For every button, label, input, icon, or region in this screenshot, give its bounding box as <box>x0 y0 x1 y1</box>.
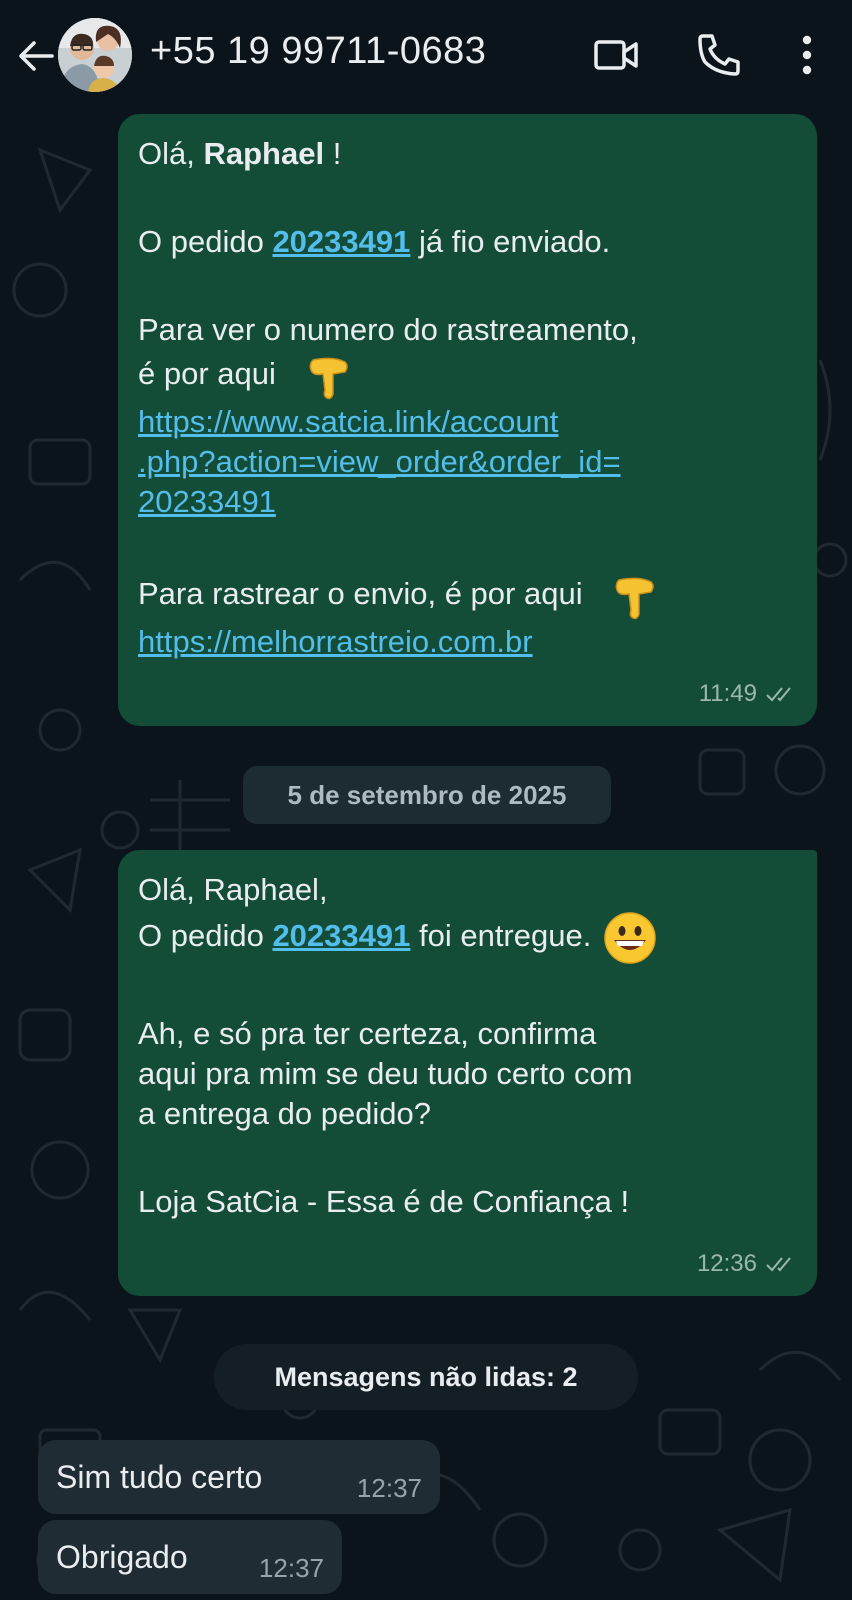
greeting-name: Raphael <box>203 136 325 171</box>
message-time: 12:37 <box>356 1473 422 1503</box>
message-text: https://melhorrastreio.com.br <box>138 622 797 662</box>
order-suffix: já fio enviado. <box>410 224 611 259</box>
double-check-icon <box>766 687 791 702</box>
chat-header: +55 19 99711-0683 <box>0 0 852 110</box>
url-line[interactable]: 20233491 <box>138 484 276 519</box>
track2-text: Para rastrear o envio, é por aqui <box>138 576 583 612</box>
order-number-link[interactable]: 20233491 <box>272 224 410 259</box>
order-prefix: O pedido <box>138 918 273 954</box>
message-text: é por aqui <box>138 350 797 402</box>
whatsapp-chat-screen: +55 19 99711-0683 Olá, Raphael ! O pedid… <box>0 0 852 1600</box>
message-text: Olá, Raphael, <box>138 872 328 907</box>
order-prefix: O pedido <box>138 224 273 259</box>
date-divider: 5 de setembro de 2025 <box>243 766 611 824</box>
double-check-icon <box>766 1257 791 1272</box>
message-text: Para ver o numero do rastreamento, <box>138 312 638 347</box>
message-bubble-incoming[interactable]: Obrigado 12:37 <box>38 1520 342 1594</box>
tracking-url-1[interactable]: https://www.satcia.link/account .php?act… <box>138 402 797 522</box>
message-time: 12:36 <box>696 1250 757 1277</box>
tracking-url-2[interactable]: https://melhorrastreio.com.br <box>138 624 533 659</box>
message-bubble-outgoing[interactable]: Olá, Raphael ! O pedido 20233491 já fio … <box>118 114 817 726</box>
track-text: é por aqui <box>138 356 276 392</box>
avatar-photo <box>58 18 132 92</box>
message-text: a entrega do pedido? <box>138 1096 432 1131</box>
back-arrow-icon <box>19 41 54 71</box>
message-text: O pedido 20233491 já fio enviado. <box>138 222 797 262</box>
greeting-text: Olá, <box>138 136 204 171</box>
message-meta: 12:36 <box>697 1244 797 1284</box>
url-line[interactable]: https://www.satcia.link/account <box>138 404 558 439</box>
pointing-down-emoji <box>615 577 654 620</box>
more-options-button[interactable] <box>782 30 832 80</box>
back-button[interactable] <box>14 34 58 78</box>
message-text: Para rastrear o envio, é por aqui <box>138 570 797 622</box>
message-time: 12:37 <box>258 1553 324 1583</box>
message-text: O pedido 20233491 foi entregue. <box>138 910 797 966</box>
pointing-down-emoji <box>309 357 348 400</box>
message-bubble-incoming[interactable]: Sim tudo certo 12:37 <box>38 1440 440 1514</box>
chat-area[interactable]: Olá, Raphael ! O pedido 20233491 já fio … <box>0 110 852 1600</box>
message-meta: 11:49 <box>699 674 797 714</box>
avatar[interactable] <box>58 18 132 92</box>
contact-name[interactable]: +55 19 99711-0683 <box>150 30 486 73</box>
unread-messages-divider: Mensagens não lidas: 2 <box>214 1344 638 1410</box>
message-text: Ah, e só pra ter certeza, confirma <box>138 1016 597 1051</box>
greeting-suffix: ! <box>324 136 342 171</box>
message-text: Olá, Raphael ! <box>138 134 797 174</box>
message-text: Sim tudo certo <box>56 1459 263 1495</box>
video-call-icon <box>594 40 638 70</box>
url-line[interactable]: .php?action=view_order&order_id= <box>138 444 621 479</box>
message-text: aqui pra mim se deu tudo certo com <box>138 1056 633 1091</box>
order-suffix: foi entregue. <box>410 918 592 954</box>
video-call-button[interactable] <box>592 30 642 80</box>
phone-icon <box>698 34 740 76</box>
message-text: Obrigado <box>56 1539 188 1575</box>
voice-call-button[interactable] <box>694 30 744 80</box>
more-vert-icon <box>802 35 812 75</box>
message-time: 11:49 <box>698 680 757 707</box>
message-bubble-outgoing[interactable]: Olá, Raphael, O pedido 20233491 foi entr… <box>118 850 817 1296</box>
message-text: Loja SatCia - Essa é de Confiança ! <box>138 1184 630 1219</box>
order-number-link[interactable]: 20233491 <box>272 918 410 953</box>
grinning-face-emoji <box>604 912 656 964</box>
